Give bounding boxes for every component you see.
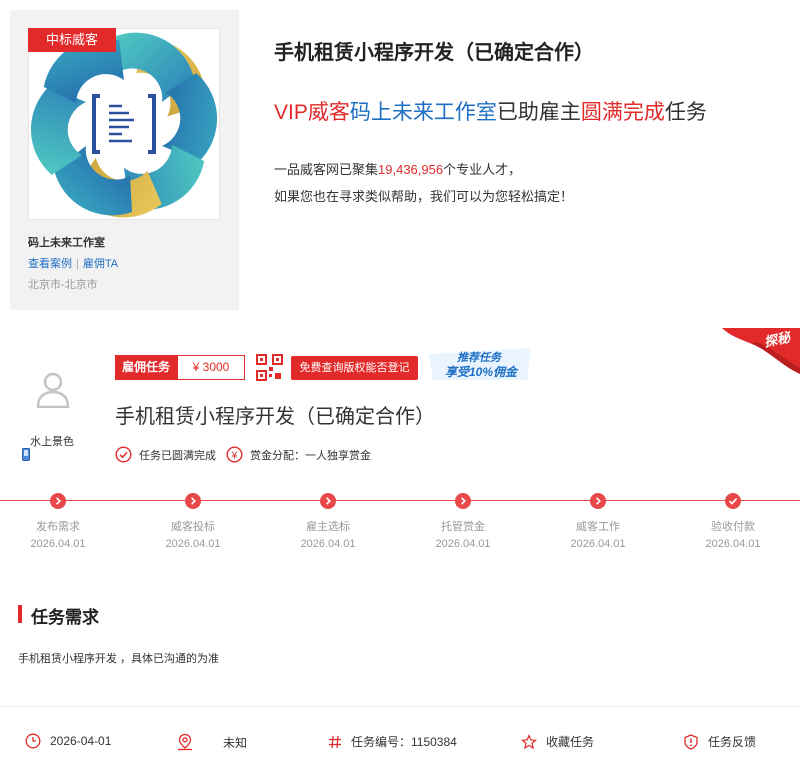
footer-divider [0, 706, 800, 707]
talent-count: 19,436,956 [378, 162, 444, 177]
publish-date-text: 2026-04-01 [50, 734, 112, 748]
hire-link[interactable]: 雇佣TA [83, 258, 118, 270]
star-icon [521, 733, 537, 749]
step-date: 2026.04.01 [570, 538, 626, 550]
copyright-check-button[interactable]: 免费查询版权能否登记 [291, 356, 418, 380]
task-number: 任务编号：1150384 [328, 733, 457, 750]
view-cases-link[interactable]: 查看案例 [28, 258, 72, 270]
progress-step: 验收付款 2026.04.01 [683, 493, 783, 550]
step-date: 2026.04.01 [165, 538, 221, 550]
talent-pre: 一品威客网已聚集 [274, 162, 379, 177]
step-date: 2026.04.01 [30, 538, 86, 550]
promo-line1: 推荐任务 [457, 351, 503, 364]
studio-links: 查看案例 | 雇佣TA [28, 255, 118, 271]
task-location-text: 未知 [223, 735, 248, 750]
task-price: ¥ 3000 [177, 355, 245, 380]
progress-step: 雇主选标 2026.04.01 [278, 493, 378, 550]
requirement-heading: 任务需求 [31, 608, 99, 627]
studio-location: 北京市-北京市 [28, 279, 98, 291]
step-arrow-icon [590, 493, 606, 509]
qr-code-icon[interactable] [256, 354, 283, 381]
shield-alert-icon [684, 733, 698, 750]
step-arrow-icon [50, 493, 66, 509]
vip-label: VIP威客 [274, 101, 350, 124]
step-label: 发布需求 [36, 521, 80, 533]
studio-name[interactable]: 码上未来工作室 [28, 234, 105, 250]
step-date: 2026.04.01 [435, 538, 491, 550]
step-arrow-icon [185, 493, 201, 509]
hero-success-done: 圆满完成 [580, 101, 665, 124]
step-label: 威客投标 [171, 521, 215, 533]
link-separator: | [76, 258, 79, 270]
publish-date: 2026-04-01 [25, 733, 111, 749]
hero-title: 手机租赁小程序开发（已确定合作） [274, 42, 594, 64]
task-feedback-button[interactable]: 任务反馈 [683, 733, 756, 750]
requirement-text: 手机租赁小程序开发 ，具体已沟通的为准 [18, 653, 220, 665]
talent-post: 个专业人才， [443, 162, 522, 177]
bounty-distribution: 赏金分配：一人独享赏金 [250, 449, 371, 462]
location-pin-icon [178, 733, 192, 751]
step-label: 雇主选标 [306, 521, 350, 533]
task-feedback-label: 任务反馈 [708, 735, 757, 749]
progress-step: 托管赏金 2026.04.01 [413, 493, 513, 550]
step-label: 威客工作 [576, 521, 620, 533]
hero-talent-count: 一品威客网已聚集19,436,956个专业人才， [274, 159, 521, 178]
phone-icon [22, 448, 30, 461]
task-location: 未知 [176, 733, 247, 751]
section-accent-bar [18, 605, 22, 623]
step-check-icon [725, 493, 741, 509]
step-label: 托管赏金 [441, 521, 485, 533]
task-status-row: 任务已圆满完成 ¥ 赏金分配：一人独享赏金 [115, 446, 371, 463]
winner-badge: 中标威客 [28, 28, 116, 52]
employer-name[interactable]: 水上景色 [30, 433, 74, 449]
step-date: 2026.04.01 [705, 538, 761, 550]
favorite-task-button[interactable]: 收藏任务 [521, 733, 594, 750]
studio-logo[interactable] [28, 28, 220, 220]
progress-line [0, 500, 800, 501]
step-arrow-icon [320, 493, 336, 509]
task-status-text: 任务已圆满完成 [139, 449, 216, 462]
favorite-task-label: 收藏任务 [546, 735, 595, 749]
step-label: 验收付款 [711, 521, 755, 533]
task-type-tag: 雇佣任务 [115, 355, 177, 380]
progress-step: 威客投标 2026.04.01 [143, 493, 243, 550]
avatar-icon[interactable] [36, 372, 70, 408]
hero-studio-link[interactable]: 码上未来工作室 [350, 101, 497, 124]
explore-ribbon[interactable]: 探秘 [722, 328, 800, 374]
check-circle-icon [115, 446, 132, 463]
promo-banner[interactable]: 推荐任务 享受10%佣金 [427, 346, 533, 382]
progress-step: 发布需求 2026.04.01 [8, 493, 108, 550]
task-title: 手机租赁小程序开发（已确定合作） [115, 406, 435, 428]
hero-success-mid: 已助雇主 [496, 101, 581, 124]
hero-success-line: VIP威客码上未来工作室已助雇主圆满完成任务 [274, 96, 707, 126]
hero-success-end: 任务 [664, 101, 707, 124]
hero-help-text: 如果您也在寻求类似帮助，我们可以为您轻松搞定！ [274, 189, 574, 204]
hash-icon [329, 735, 341, 748]
clock-icon [25, 733, 41, 749]
step-arrow-icon [455, 493, 471, 509]
svg-text:¥: ¥ [231, 450, 238, 461]
winner-card: 中标威客 码上未来工作室 查看案例 | 雇佣TA 北京市-北京市 [10, 10, 239, 310]
step-date: 2026.04.01 [300, 538, 356, 550]
promo-line2: 享受10%佣金 [445, 365, 519, 379]
progress-step: 威客工作 2026.04.01 [548, 493, 648, 550]
task-number-text: 任务编号：1150384 [351, 735, 457, 749]
yen-circle-icon: ¥ [226, 446, 243, 463]
